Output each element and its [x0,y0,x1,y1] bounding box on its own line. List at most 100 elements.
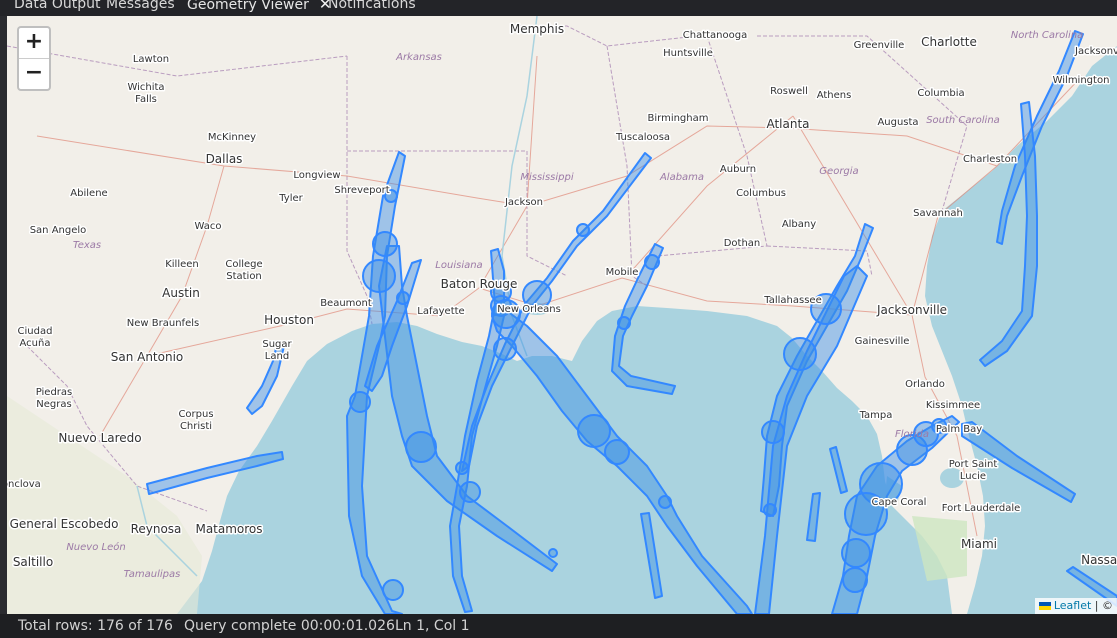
map-label: Greenville [854,40,905,51]
map-label: Huntsville [663,48,713,59]
map-label: Mobile [606,267,639,278]
map-label: Arkansas [395,52,442,63]
map-label: Abilene [70,188,107,199]
map-label: Tamaulipas [124,569,181,580]
map-label: Land [265,351,289,362]
storm-circle[interactable] [396,291,410,305]
storm-circle[interactable] [362,259,396,293]
map-label: Alabama [659,172,704,183]
storm-circle[interactable] [783,337,817,371]
map-label: Saltillo [13,555,53,569]
map-label: Gainesville [855,336,910,347]
map-label: Shreveport [334,185,389,196]
leaflet-link[interactable]: Leaflet [1054,599,1091,612]
storm-circle[interactable] [459,481,481,503]
storm-circle[interactable] [842,567,868,593]
zoom-out-button[interactable]: − [19,59,49,89]
tab-geometry-viewer[interactable]: Geometry Viewer ✕ [181,0,337,16]
query-time-status: Query complete 00:00:01.026 [184,618,395,634]
map-label: New Braunfels [127,318,199,329]
tab-messages[interactable]: Messages [106,0,175,16]
map-label: Columbus [736,188,786,199]
map-label: Memphis [510,22,564,36]
storm-circle[interactable] [372,231,398,257]
ukraine-flag-icon [1038,602,1051,610]
map-label: Kissimmee [926,400,980,411]
map-label: Palm Bay [936,424,982,435]
cursor-position-status: Ln 1, Col 1 [395,618,470,634]
map-label: Tuscaloosa [615,132,670,143]
attribution-copyright[interactable]: © [1102,599,1113,612]
storm-circle[interactable] [761,420,785,444]
geometry-map[interactable]: Memphis Chattanooga Charlotte North Carolin… [7,16,1117,614]
storm-circle[interactable] [455,461,469,475]
storm-circle[interactable] [763,503,777,517]
storm-circle[interactable] [841,538,871,568]
map-label: Jacksonville [876,303,947,317]
map-label: Lafayette [417,306,464,317]
map-label: Reynosa [131,522,182,536]
map-label: Corpus [178,409,213,420]
storm-circle[interactable] [577,414,611,448]
map-label: San Antonio [111,350,184,364]
storm-circle[interactable] [604,439,630,465]
storm-circle[interactable] [644,254,660,270]
zoom-control: + − [17,26,51,91]
map-label: Killeen [165,259,199,270]
map-label: Mississippi [520,172,573,183]
status-bar: Total rows: 176 of 176 Query complete 00… [0,614,1117,638]
map-label: Nuevo Laredo [58,431,141,445]
tab-notifications[interactable]: Notifications [328,0,416,16]
map-label: Atlanta [766,117,809,131]
map-label: Waco [195,221,222,232]
map-label: Longview [293,170,340,181]
map-label: Beaumont [320,298,372,309]
storm-circle[interactable] [493,337,517,361]
map-attribution: Leaflet | © [1034,598,1117,614]
total-rows-status: Total rows: 176 of 176 [18,618,173,634]
zoom-in-button[interactable]: + [19,28,49,59]
map-label: Cape Coral [872,497,927,508]
map-label: Nuevo León [66,541,125,553]
map-label: Louisiana [435,260,482,271]
results-tab-bar: Data Output Messages Geometry Viewer ✕ No… [0,0,1117,16]
map-label: Lawton [133,54,169,65]
storm-circle[interactable] [382,579,404,601]
map-label: New Orleans [497,304,561,315]
map-label: Florida [895,429,929,440]
left-panel-edge [0,16,7,614]
map-label: North Carolina [1011,30,1084,41]
map-label: Augusta [877,117,918,128]
map-label: Tyler [278,193,303,204]
map-label: Savannah [913,208,963,219]
map-label: General Escobedo [10,517,119,531]
map-label: College [225,259,262,270]
map-label: Athens [817,90,852,101]
storm-circle[interactable] [617,316,631,330]
map-label: Wilmington [1053,75,1110,86]
map-label: Dallas [206,152,243,166]
map-label: Station [226,271,262,282]
map-label: Jackson [504,197,543,208]
map-label: McKinney [208,132,256,143]
map-label: Piedras [36,387,73,398]
map-label: Lucie [960,471,986,482]
map-label: Monclova [7,479,41,490]
map-canvas: Memphis Chattanooga Charlotte North Carolin… [7,16,1117,614]
storm-circle[interactable] [658,495,672,509]
map-label: Chattanooga [683,30,747,41]
attribution-separator: | [1094,599,1099,612]
map-label: Baton Rouge [441,277,518,291]
map-label: Wichita [127,82,164,93]
map-label: Texas [73,240,101,251]
storm-circle[interactable] [548,548,558,558]
storm-circle[interactable] [576,223,590,237]
storm-circle[interactable] [405,431,437,463]
map-label: Birmingham [648,113,709,124]
tab-data-output[interactable]: Data Output [14,0,101,16]
map-label: Roswell [770,86,808,97]
map-label: Nassau [1081,553,1117,567]
map-label: Negras [36,399,71,410]
tab-geometry-viewer-label: Geometry Viewer [187,0,309,13]
storm-circle[interactable] [349,391,371,413]
